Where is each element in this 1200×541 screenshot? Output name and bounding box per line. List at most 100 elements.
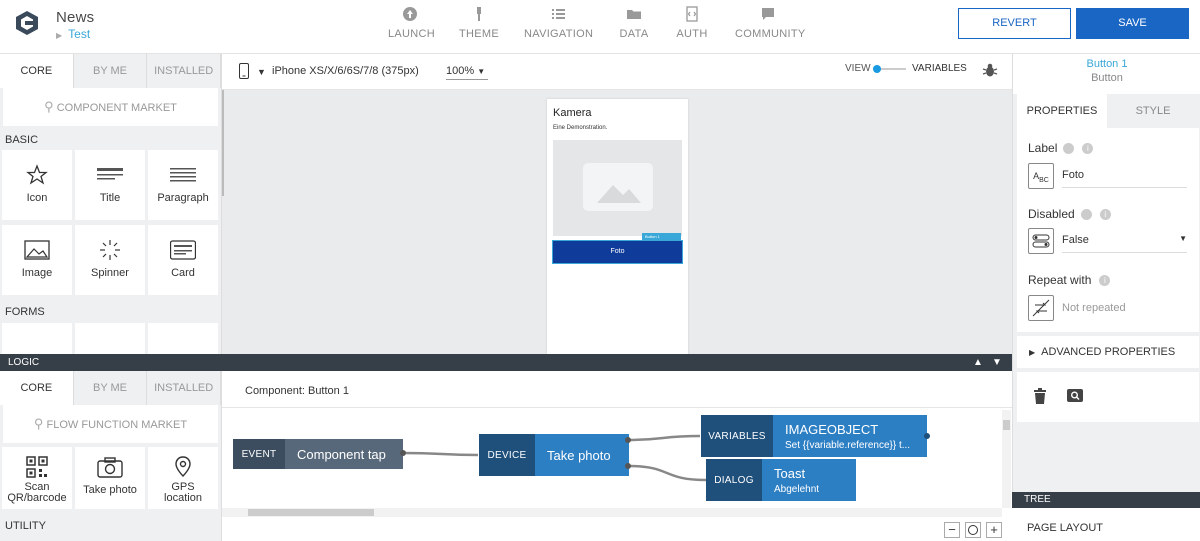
zoom-in-button[interactable]: + bbox=[986, 522, 1002, 538]
revert-button[interactable]: REVERT bbox=[958, 8, 1071, 39]
caret-right-icon: ▶ bbox=[56, 31, 63, 40]
zoom-selector[interactable]: 100% ▼ bbox=[446, 65, 488, 80]
tile-image[interactable]: Image bbox=[2, 225, 72, 295]
logo-icon[interactable] bbox=[14, 10, 40, 36]
logic-tab-core[interactable]: CORE bbox=[0, 371, 74, 405]
node-port[interactable] bbox=[625, 463, 631, 469]
nav-launch[interactable]: LAUNCH bbox=[388, 6, 435, 46]
repeat-value[interactable]: Not repeated bbox=[1062, 302, 1126, 314]
logic-palette-tabs: CORE BY ME INSTALLED bbox=[0, 371, 222, 405]
preview-search-icon[interactable] bbox=[1067, 389, 1083, 402]
preview-heading[interactable]: Kamera bbox=[553, 107, 592, 119]
tile-card[interactable]: Card bbox=[148, 225, 218, 295]
device-selector[interactable]: iPhone XS/X/6/6S/7/8 (375px) bbox=[272, 65, 419, 77]
preview-foto-button[interactable]: Foto bbox=[552, 240, 683, 264]
component-name[interactable]: Button 1 bbox=[1013, 58, 1200, 70]
node-label: Toast bbox=[774, 465, 806, 481]
advanced-properties-toggle[interactable]: ▶ ADVANCED PROPERTIES bbox=[1017, 336, 1199, 368]
tab-installed[interactable]: INSTALLED bbox=[147, 54, 222, 88]
tile-form-select[interactable] bbox=[75, 323, 145, 354]
tree-bar[interactable]: TREE bbox=[1012, 492, 1200, 508]
nav-auth[interactable]: AUTH bbox=[676, 6, 708, 46]
tab-properties[interactable]: PROPERTIES bbox=[1017, 94, 1107, 128]
nav-community[interactable]: COMMUNITY bbox=[735, 6, 805, 46]
nav-data[interactable]: DATA bbox=[617, 6, 651, 46]
function-take-photo[interactable]: Take photo bbox=[75, 447, 145, 509]
app-subtitle[interactable]: ▶ Test bbox=[56, 27, 90, 41]
forms-section-header: FORMS bbox=[5, 306, 45, 318]
image-icon bbox=[24, 240, 50, 260]
variables-label[interactable]: VARIABLES bbox=[912, 63, 967, 74]
nav-navigation-label: NAVIGATION bbox=[524, 28, 594, 40]
logic-bar[interactable]: LOGIC ▲ ▼ bbox=[0, 354, 1012, 371]
node-body: IMAGEOBJECT Set {{variable.reference}} t… bbox=[773, 415, 927, 457]
flow-node-variables[interactable]: VARIABLES IMAGEOBJECT Set {{variable.ref… bbox=[701, 415, 927, 457]
vertical-scroll-thumb[interactable] bbox=[1003, 420, 1010, 430]
tile-spinner[interactable]: Spinner bbox=[75, 225, 145, 295]
image-placeholder-icon bbox=[583, 163, 653, 211]
node-port[interactable] bbox=[924, 433, 930, 439]
device-dropdown-caret[interactable]: ▼ bbox=[257, 67, 266, 77]
logic-tab-by-me[interactable]: BY ME bbox=[73, 371, 148, 405]
tab-by-me[interactable]: BY ME bbox=[73, 54, 148, 88]
tile-spinner-label: Spinner bbox=[91, 267, 129, 279]
selection-tag[interactable]: Button 1 bbox=[642, 233, 681, 241]
trash-icon[interactable] bbox=[1033, 388, 1047, 404]
node-port[interactable] bbox=[400, 450, 406, 456]
tile-paragraph[interactable]: Paragraph bbox=[148, 150, 218, 220]
binding-icon[interactable] bbox=[1063, 143, 1075, 155]
tile-form-checkbox[interactable] bbox=[148, 323, 218, 354]
bug-icon[interactable] bbox=[982, 62, 998, 78]
search-icon: ⚲ bbox=[33, 416, 44, 431]
info-icon[interactable]: i bbox=[1099, 275, 1111, 287]
tree-page-layout[interactable]: PAGE LAYOUT bbox=[1027, 522, 1103, 534]
function-scan-qr[interactable]: Scan QR/barcode bbox=[2, 447, 72, 509]
tile-image-label: Image bbox=[21, 267, 53, 279]
nav-theme[interactable]: THEME bbox=[458, 6, 500, 46]
save-button[interactable]: SAVE bbox=[1076, 8, 1189, 39]
location-pin-icon bbox=[175, 456, 191, 477]
tab-core[interactable]: CORE bbox=[0, 54, 74, 88]
tile-form-field[interactable] bbox=[2, 323, 72, 354]
component-market-button[interactable]: ⚲ COMPONENT MARKET bbox=[3, 88, 218, 126]
tab-style[interactable]: STYLE bbox=[1107, 94, 1199, 128]
zoom-out-button[interactable]: − bbox=[944, 522, 960, 538]
node-sublabel: Set {{variable.reference}} t... bbox=[785, 439, 911, 451]
flow-node-event[interactable]: EVENT Component tap bbox=[233, 439, 403, 469]
expand-up-icon[interactable]: ▲ bbox=[973, 354, 983, 371]
tile-title[interactable]: Title bbox=[75, 150, 145, 220]
node-port[interactable] bbox=[625, 437, 631, 443]
node-label: Take photo bbox=[535, 434, 629, 476]
binding-icon[interactable] bbox=[1080, 209, 1092, 221]
info-icon[interactable]: i bbox=[1099, 209, 1111, 221]
spinner-icon bbox=[100, 240, 120, 260]
vertical-scrollbar[interactable] bbox=[1002, 410, 1011, 508]
tile-icon[interactable]: Icon bbox=[2, 150, 72, 220]
phone-icon bbox=[239, 63, 249, 79]
info-icon[interactable]: i bbox=[1082, 143, 1094, 155]
utility-section-header: UTILITY bbox=[5, 520, 46, 532]
function-gps-location[interactable]: GPS location bbox=[148, 447, 218, 509]
flow-canvas[interactable]: EVENT Component tap DEVICE Take photo VA… bbox=[222, 407, 1012, 517]
zoom-reset-button[interactable] bbox=[965, 522, 981, 538]
phone-preview[interactable]: Kamera Eine Demonstration. Button 1 Foto bbox=[547, 99, 688, 354]
collapse-down-icon[interactable]: ▼ bbox=[992, 354, 1002, 371]
preview-text[interactable]: Eine Demonstration. bbox=[553, 125, 607, 131]
repeat-type-icon[interactable] bbox=[1028, 295, 1054, 321]
view-toggle-knob[interactable] bbox=[873, 65, 881, 73]
disabled-select[interactable]: False ▼ bbox=[1062, 234, 1187, 253]
flow-node-dialog[interactable]: DIALOG Toast Abgelehnt bbox=[706, 459, 856, 501]
flow-function-market-button[interactable]: ⚲ FLOW FUNCTION MARKET bbox=[3, 405, 218, 443]
chat-icon bbox=[762, 8, 774, 20]
logic-tab-installed[interactable]: INSTALLED bbox=[147, 371, 222, 405]
canvas-scrollbar[interactable] bbox=[222, 90, 224, 196]
horizontal-scrollbar[interactable] bbox=[222, 508, 1002, 517]
disabled-property-title: Disabled bbox=[1028, 207, 1075, 221]
nav-navigation[interactable]: NAVIGATION bbox=[524, 6, 594, 46]
nav-auth-label: AUTH bbox=[676, 28, 708, 40]
flow-node-device[interactable]: DEVICE Take photo bbox=[479, 434, 629, 476]
horizontal-scroll-thumb[interactable] bbox=[248, 509, 374, 516]
label-input[interactable]: Foto bbox=[1062, 169, 1187, 188]
repeat-property-header: Repeat with i bbox=[1028, 273, 1111, 287]
preview-image[interactable] bbox=[553, 140, 682, 236]
